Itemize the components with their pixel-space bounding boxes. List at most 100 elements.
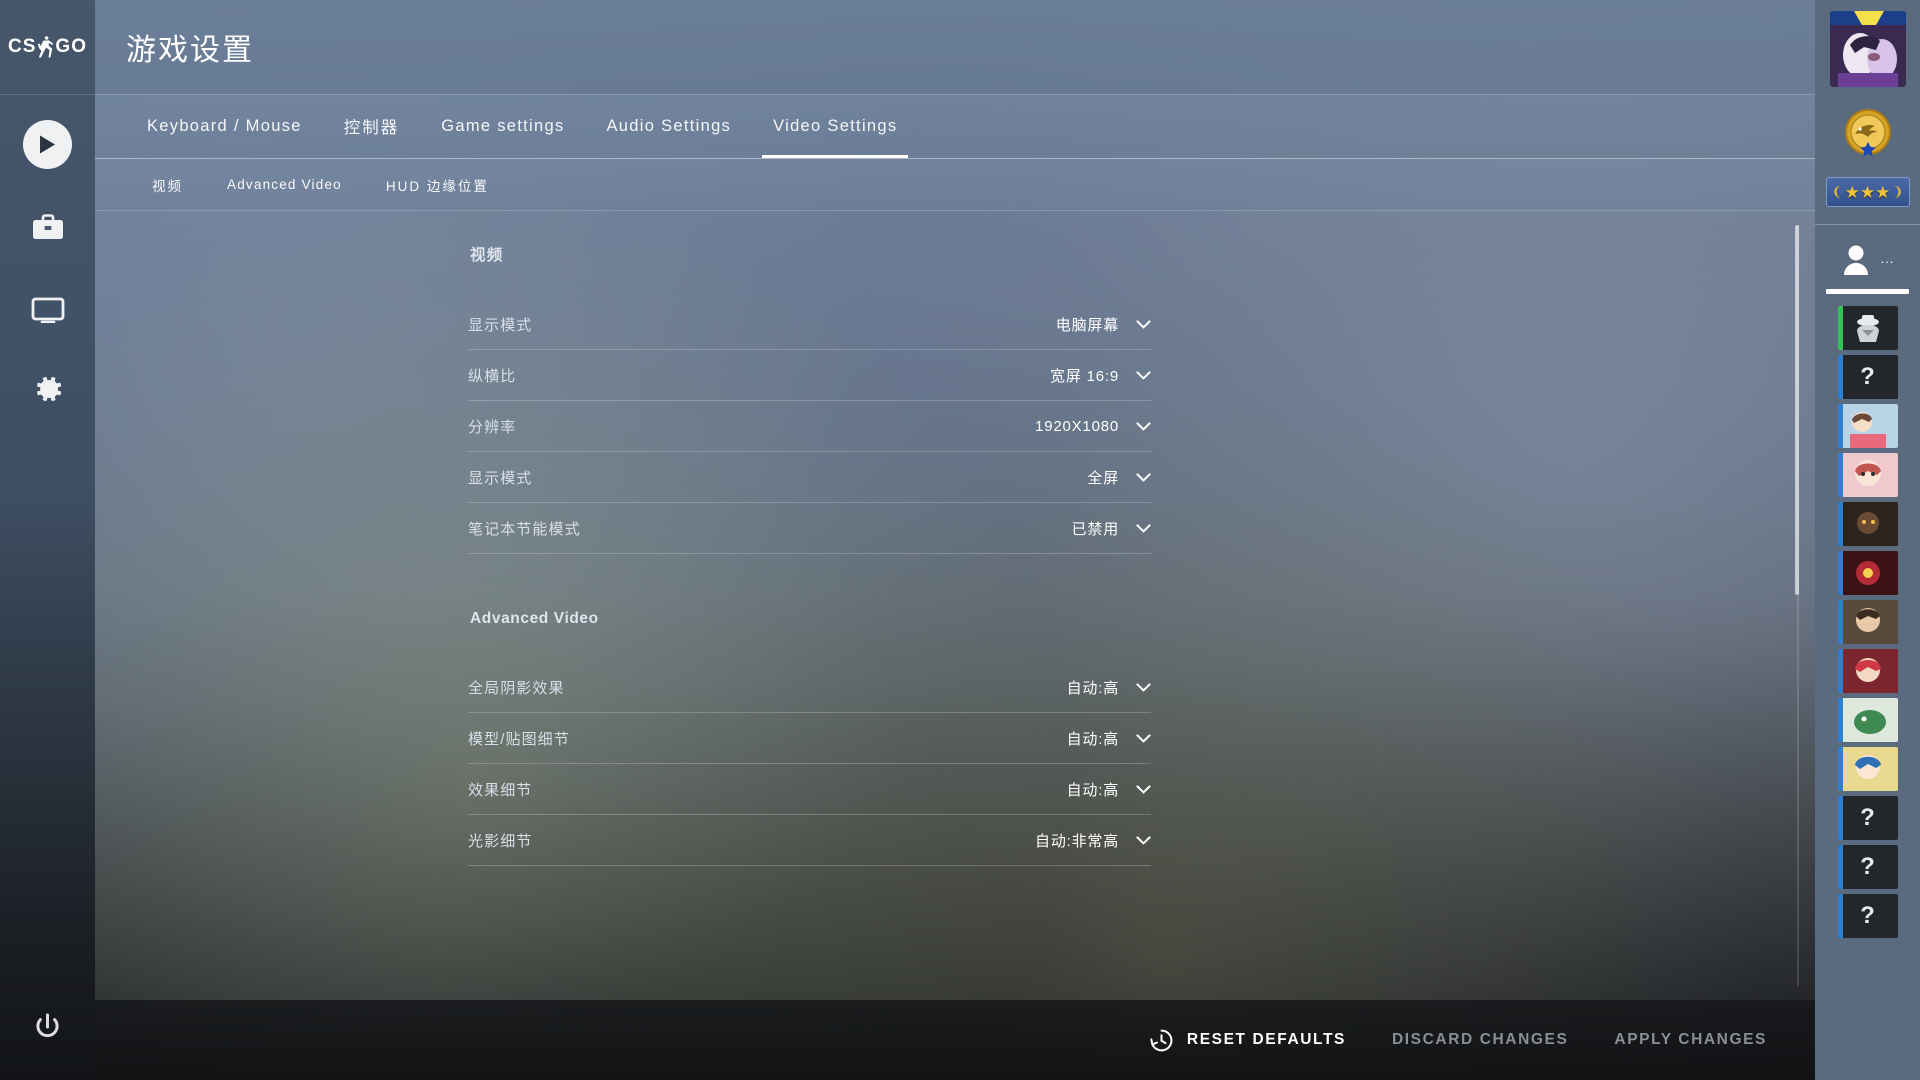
settings-body: 视频 显示模式 电脑屏幕 纵横比 宽屏 16:9 分辨率 1920X1080 显… bbox=[95, 211, 1815, 1000]
setting-value-group[interactable]: 1920X1080 bbox=[1035, 418, 1151, 435]
left-nav-rail: CS GO bbox=[0, 0, 95, 1080]
tab-label: Game settings bbox=[441, 116, 565, 135]
panel-divider bbox=[1815, 224, 1920, 225]
friend-item-dark[interactable] bbox=[1837, 502, 1898, 546]
setting-value: 全屏 bbox=[1087, 469, 1119, 487]
tab-video-settings[interactable]: Video Settings bbox=[752, 94, 918, 158]
subtab-hud-edge-position[interactable]: HUD 边缘位置 bbox=[364, 175, 511, 195]
friend-item-blue-anime[interactable] bbox=[1837, 747, 1898, 791]
primary-tabs: Keyboard / Mouse 控制器 Game settings Audio… bbox=[95, 95, 1815, 159]
setting-label: 纵横比 bbox=[468, 367, 517, 385]
subtab-video[interactable]: 视频 bbox=[130, 175, 205, 195]
apply-changes-button[interactable]: APPLY CHANGES bbox=[1606, 1025, 1775, 1055]
chevron-down-icon bbox=[1136, 682, 1151, 692]
setting-value: 1920X1080 bbox=[1035, 417, 1119, 435]
rail-icon-group bbox=[23, 120, 72, 412]
subtab-label: 视频 bbox=[152, 178, 183, 194]
reset-defaults-button[interactable]: RESET DEFAULTS bbox=[1141, 1022, 1354, 1059]
watch-tv-icon bbox=[31, 297, 64, 323]
friend-item-anime-2[interactable] bbox=[1837, 453, 1898, 497]
friend-item-red-hair[interactable] bbox=[1837, 649, 1898, 693]
friend-item-unknown-3[interactable]: ? bbox=[1837, 845, 1898, 889]
tab-label: Video Settings bbox=[773, 116, 898, 135]
setting-row-resolution[interactable]: 分辨率 1920X1080 bbox=[468, 401, 1151, 452]
chevron-down-icon bbox=[1136, 370, 1151, 380]
setting-label: 显示模式 bbox=[468, 469, 533, 487]
anime-portrait-1 bbox=[1837, 404, 1898, 448]
friend-item-green[interactable] bbox=[1837, 698, 1898, 742]
setting-row-display-mode[interactable]: 显示模式 全屏 bbox=[468, 452, 1151, 503]
tab-controller[interactable]: 控制器 bbox=[323, 94, 421, 158]
setting-value-group[interactable]: 宽屏 16:9 bbox=[1050, 365, 1151, 386]
setting-row-shader-detail[interactable]: 光影细节 自动:非常高 bbox=[468, 815, 1151, 866]
setting-value-group[interactable]: 电脑屏幕 bbox=[1056, 314, 1151, 335]
friend-item-unknown-2[interactable]: ? bbox=[1837, 796, 1898, 840]
status-edge bbox=[1837, 894, 1843, 938]
anime-portrait-2 bbox=[1837, 453, 1898, 497]
section-title-advanced-video: Advanced Video bbox=[470, 610, 599, 627]
rail-item-watch[interactable] bbox=[25, 285, 71, 331]
setting-label: 模型/贴图细节 bbox=[468, 730, 570, 748]
subtab-label: Advanced Video bbox=[227, 177, 342, 192]
action-bar: RESET DEFAULTS DISCARD CHANGES APPLY CHA… bbox=[95, 1000, 1815, 1080]
discard-changes-button[interactable]: DISCARD CHANGES bbox=[1384, 1025, 1576, 1055]
setting-value: 自动:高 bbox=[1066, 781, 1119, 799]
tab-label: 控制器 bbox=[343, 119, 400, 137]
setting-label: 显示模式 bbox=[468, 316, 533, 334]
friends-header[interactable]: ... bbox=[1841, 243, 1895, 277]
setting-value-group[interactable]: 已禁用 bbox=[1072, 518, 1151, 539]
setting-row-model-texture-detail[interactable]: 模型/贴图细节 自动:高 bbox=[468, 713, 1151, 764]
setting-value-group[interactable]: 全屏 bbox=[1087, 467, 1151, 488]
setting-row-aspect-ratio[interactable]: 纵横比 宽屏 16:9 bbox=[468, 350, 1151, 401]
chevron-down-icon bbox=[1136, 421, 1151, 431]
setting-row-effect-detail[interactable]: 效果细节 自动:高 bbox=[468, 764, 1151, 815]
status-edge bbox=[1837, 355, 1843, 399]
secondary-tabs: 视频 Advanced Video HUD 边缘位置 bbox=[95, 159, 1815, 211]
right-social-panel: ❨ ★★★ ❩ ... ? ? ? ? bbox=[1815, 0, 1920, 1080]
rail-item-power[interactable] bbox=[32, 1012, 63, 1048]
setting-value-group[interactable]: 自动:高 bbox=[1067, 728, 1151, 749]
tab-keyboard-mouse[interactable]: Keyboard / Mouse bbox=[126, 94, 323, 158]
friend-item-unknown-4[interactable]: ? bbox=[1837, 894, 1898, 938]
setting-value-group[interactable]: 自动:非常高 bbox=[1035, 830, 1151, 851]
friend-item-agent[interactable] bbox=[1837, 306, 1898, 350]
rail-item-settings[interactable] bbox=[25, 366, 71, 412]
rank-stars: ★★★ bbox=[1844, 182, 1891, 202]
friend-item-red[interactable] bbox=[1837, 551, 1898, 595]
tab-audio-settings[interactable]: Audio Settings bbox=[586, 94, 753, 158]
csgo-player-icon bbox=[37, 35, 54, 59]
face-portrait bbox=[1837, 600, 1898, 644]
setting-row-display-device[interactable]: 显示模式 电脑屏幕 bbox=[468, 299, 1151, 350]
setting-label: 全局阴影效果 bbox=[468, 679, 565, 697]
setting-value: 自动:非常高 bbox=[1035, 832, 1119, 850]
chevron-down-icon bbox=[1136, 733, 1151, 743]
setting-row-laptop-power-savings[interactable]: 笔记本节能模式 已禁用 bbox=[468, 503, 1151, 554]
settings-scroll-area[interactable]: 视频 显示模式 电脑屏幕 纵横比 宽屏 16:9 分辨率 1920X1080 显… bbox=[95, 211, 1795, 1000]
setting-value-group[interactable]: 自动:高 bbox=[1067, 677, 1151, 698]
setting-value-group[interactable]: 自动:高 bbox=[1067, 779, 1151, 800]
status-edge bbox=[1837, 747, 1843, 791]
status-edge bbox=[1837, 453, 1843, 497]
setting-label: 分辨率 bbox=[468, 418, 517, 436]
subtab-advanced-video[interactable]: Advanced Video bbox=[205, 177, 364, 192]
player-avatar[interactable] bbox=[1829, 11, 1906, 87]
friend-item-face[interactable] bbox=[1837, 600, 1898, 644]
red-portrait bbox=[1837, 551, 1898, 595]
question-mark-icon: ? bbox=[1860, 804, 1875, 831]
scrollbar-thumb[interactable] bbox=[1795, 225, 1799, 595]
three-star-rank-badge[interactable]: ❨ ★★★ ❩ bbox=[1825, 177, 1910, 207]
settings-content: 视频 显示模式 电脑屏幕 纵横比 宽屏 16:9 分辨率 1920X1080 显… bbox=[95, 211, 1795, 866]
friend-item-anime-1[interactable] bbox=[1837, 404, 1898, 448]
settings-scrollbar[interactable] bbox=[1795, 211, 1801, 1000]
eagle-coin-medal[interactable] bbox=[1838, 104, 1898, 164]
chevron-down-icon bbox=[1136, 319, 1151, 329]
status-edge bbox=[1837, 600, 1843, 644]
rail-item-play[interactable] bbox=[23, 120, 72, 169]
setting-row-global-shadow-quality[interactable]: 全局阴影效果 自动:高 bbox=[468, 662, 1151, 713]
rail-item-inventory[interactable] bbox=[25, 204, 71, 250]
status-edge bbox=[1837, 649, 1843, 693]
friend-item-unknown-1[interactable]: ? bbox=[1837, 355, 1898, 399]
tab-game-settings[interactable]: Game settings bbox=[420, 94, 585, 158]
csgo-settings-screen: CS GO 游戏设置 Keyboard / Mouse 控制器 Game set… bbox=[0, 0, 1920, 1080]
